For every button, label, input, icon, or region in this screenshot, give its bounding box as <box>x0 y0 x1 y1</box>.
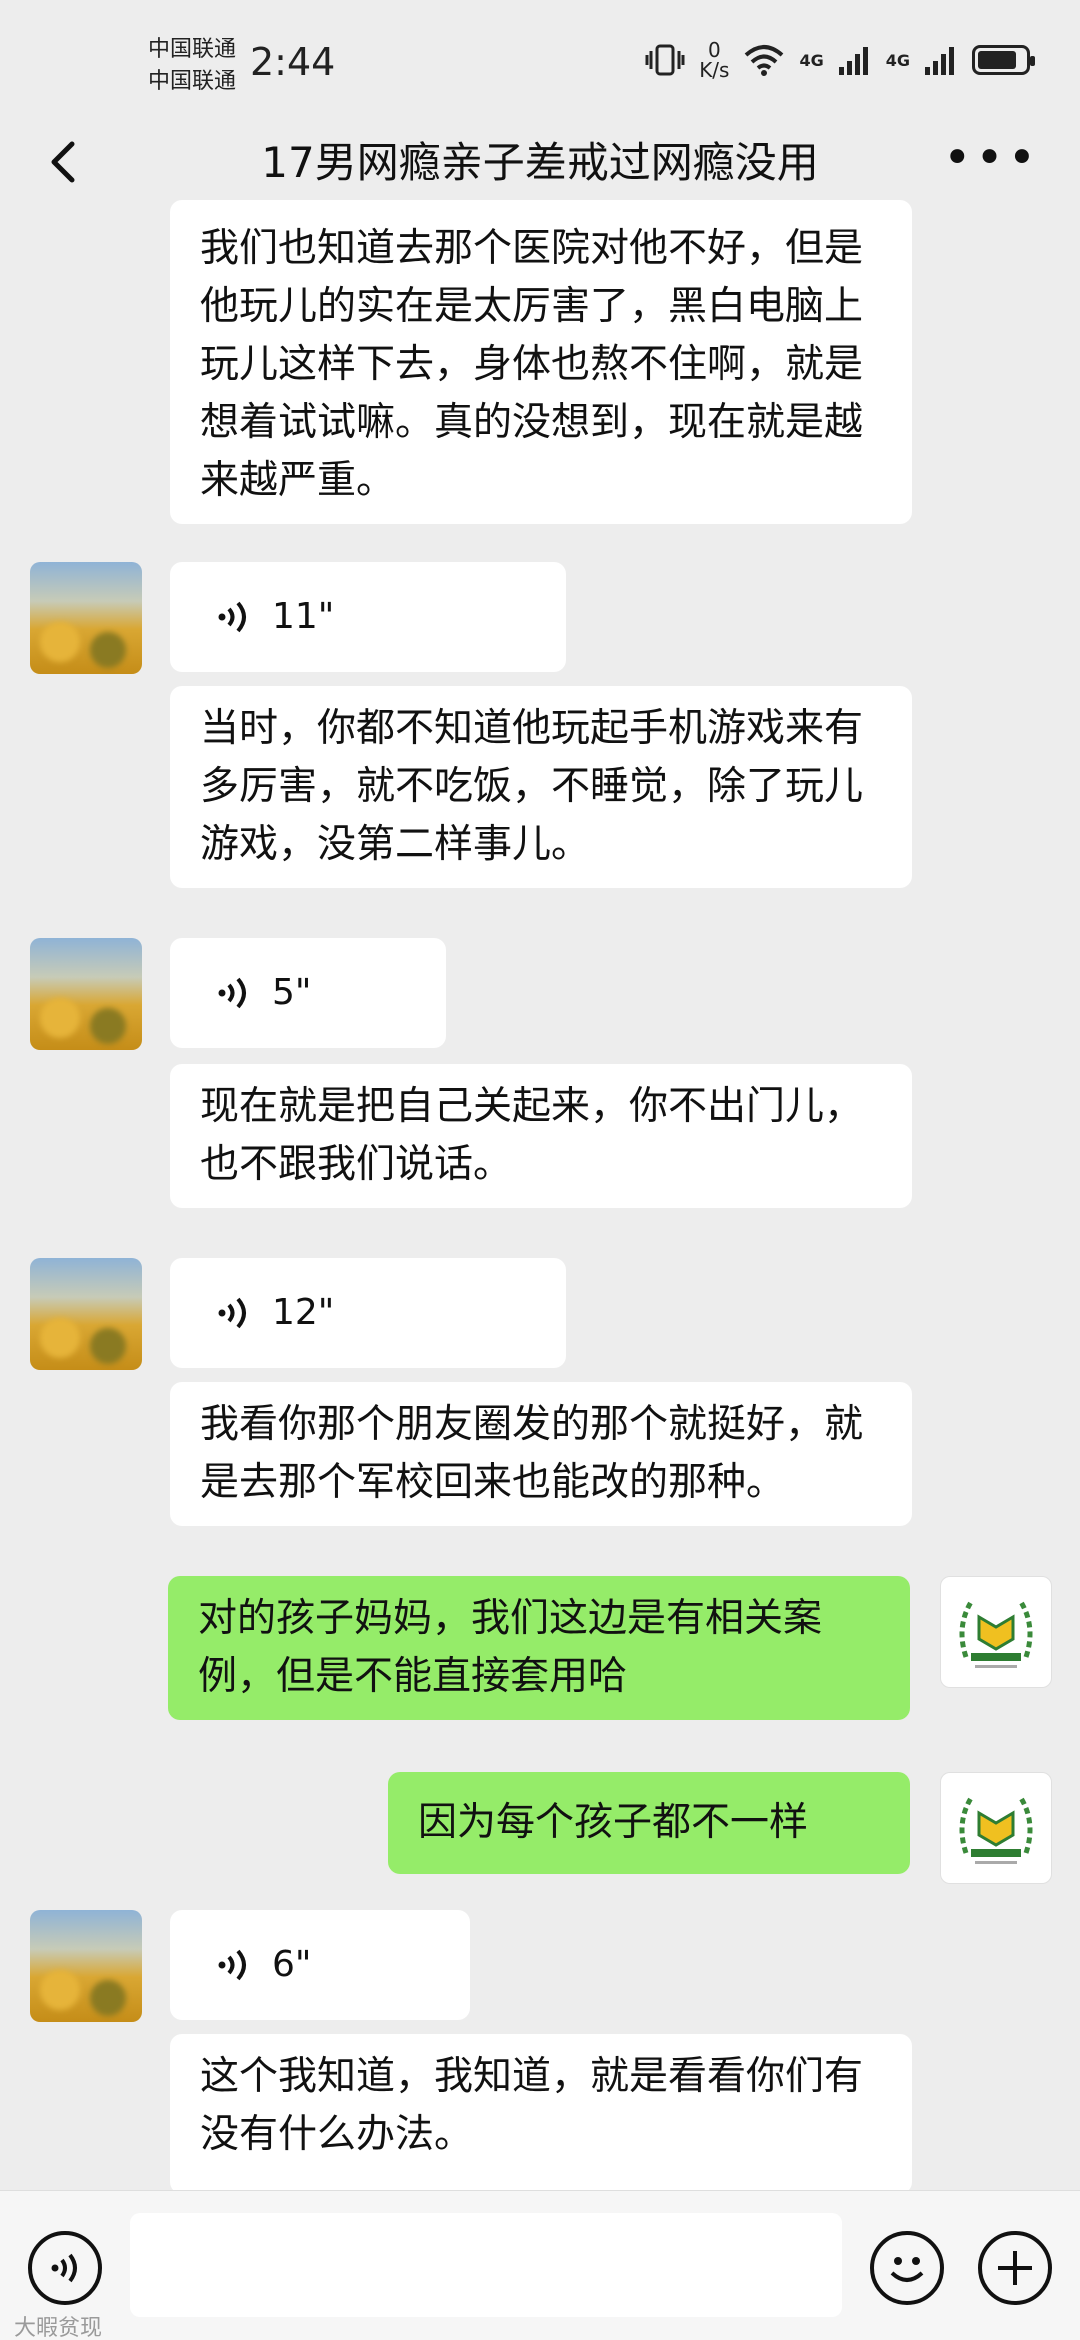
school-logo-icon <box>959 1600 1033 1668</box>
emoji-icon <box>890 2257 924 2282</box>
contact-avatar[interactable] <box>30 938 142 1050</box>
message-bubble-received[interactable]: 我看你那个朋友圈发的那个就挺好，就是去那个军校回来也能改的那种。 <box>170 1382 912 1526</box>
voice-message[interactable]: 11" <box>170 562 566 672</box>
plus-icon <box>998 2251 1032 2285</box>
status-icons: 0 K/s 4G 4G <box>645 40 1035 80</box>
voice-duration: 12" <box>272 1292 335 1333</box>
voice-input-button[interactable] <box>28 2231 102 2305</box>
carrier-2: 中国联通 <box>148 69 237 94</box>
net-speed-value: 0 <box>707 38 721 62</box>
voice-wave-icon <box>218 977 246 1009</box>
my-avatar[interactable] <box>940 1576 1052 1688</box>
message-text: 这个我知道，我知道，就是看看你们有没有什么办法。 <box>200 2054 864 2157</box>
voice-duration: 11" <box>272 596 335 637</box>
message-bubble-sent[interactable]: 因为每个孩子都不一样 <box>388 1772 910 1874</box>
message-bubble-received[interactable]: 当时，你都不知道他玩起手机游戏来有多厉害，就不吃饭，不睡觉，除了玩儿游戏，没第二… <box>170 686 912 888</box>
school-logo-icon <box>959 1796 1033 1864</box>
more-options-icon[interactable]: ••• <box>943 134 1040 182</box>
chat-title: 17男网瘾亲子差戒过网瘾没用 <box>261 138 819 187</box>
signal-icon <box>838 47 868 75</box>
voice-duration: 5" <box>272 972 312 1013</box>
network-type-2: 4G <box>885 50 910 70</box>
contact-avatar[interactable] <box>30 1258 142 1370</box>
net-speed: 0 K/s <box>699 40 729 80</box>
carrier-info: 中国联通 中国联通 <box>148 34 236 98</box>
voice-wave-icon <box>218 1297 246 1329</box>
network-type-1: 4G <box>799 50 824 70</box>
voice-wave-icon <box>51 2253 77 2283</box>
voice-wave-icon <box>218 1949 246 1981</box>
voice-wave-icon <box>218 601 246 633</box>
message-input[interactable] <box>130 2213 842 2317</box>
message-text: 我们也知道去那个医院对他不好，但是他玩儿的实在是太厉害了，黑白电脑上玩儿这样下去… <box>200 226 864 503</box>
message-bubble-received[interactable]: 我们也知道去那个医院对他不好，但是他玩儿的实在是太厉害了，黑白电脑上玩儿这样下去… <box>170 200 912 524</box>
message-text: 因为每个孩子都不一样 <box>418 1800 809 1845</box>
chat-header: 17男网瘾亲子差戒过网瘾没用 ••• <box>0 112 1080 214</box>
more-functions-button[interactable] <box>978 2231 1052 2305</box>
wifi-icon <box>745 45 784 76</box>
voice-message[interactable]: 6" <box>170 1910 470 2020</box>
message-bubble-received[interactable]: 这个我知道，我知道，就是看看你们有没有什么办法。 <box>170 2034 912 2194</box>
message-text: 当时，你都不知道他玩起手机游戏来有多厉害，就不吃饭，不睡觉，除了玩儿游戏，没第二… <box>200 706 864 867</box>
carrier-1: 中国联通 <box>148 37 237 62</box>
message-text: 对的孩子妈妈，我们这边是有相关案例，但是不能直接套用哈 <box>198 1596 823 1699</box>
message-bubble-received[interactable]: 现在就是把自己关起来，你不出门儿，也不跟我们说话。 <box>170 1064 912 1208</box>
battery-icon <box>972 45 1035 75</box>
clock: 2:44 <box>250 40 336 84</box>
input-bar <box>0 2190 1080 2340</box>
message-text: 现在就是把自己关起来，你不出门儿，也不跟我们说话。 <box>200 1084 864 1187</box>
voice-message[interactable]: 5" <box>170 938 446 1048</box>
net-speed-unit: K/s <box>699 58 730 82</box>
emoji-button[interactable] <box>870 2231 944 2305</box>
back-arrow-icon[interactable] <box>38 134 94 190</box>
vibrate-icon <box>645 44 685 76</box>
voice-duration: 6" <box>272 1944 312 1985</box>
contact-avatar[interactable] <box>30 562 142 674</box>
watermark: 大暇贫现 <box>14 2316 103 2340</box>
message-text: 我看你那个朋友圈发的那个就挺好，就是去那个军校回来也能改的那种。 <box>200 1402 864 1505</box>
contact-avatar[interactable] <box>30 1910 142 2022</box>
signal-icon <box>925 47 954 75</box>
status-bar: 中国联通 中国联通 2:44 0 K/s 4G 4G <box>0 0 1080 112</box>
voice-message[interactable]: 12" <box>170 1258 566 1368</box>
my-avatar[interactable] <box>940 1772 1052 1884</box>
message-bubble-sent[interactable]: 对的孩子妈妈，我们这边是有相关案例，但是不能直接套用哈 <box>168 1576 910 1720</box>
